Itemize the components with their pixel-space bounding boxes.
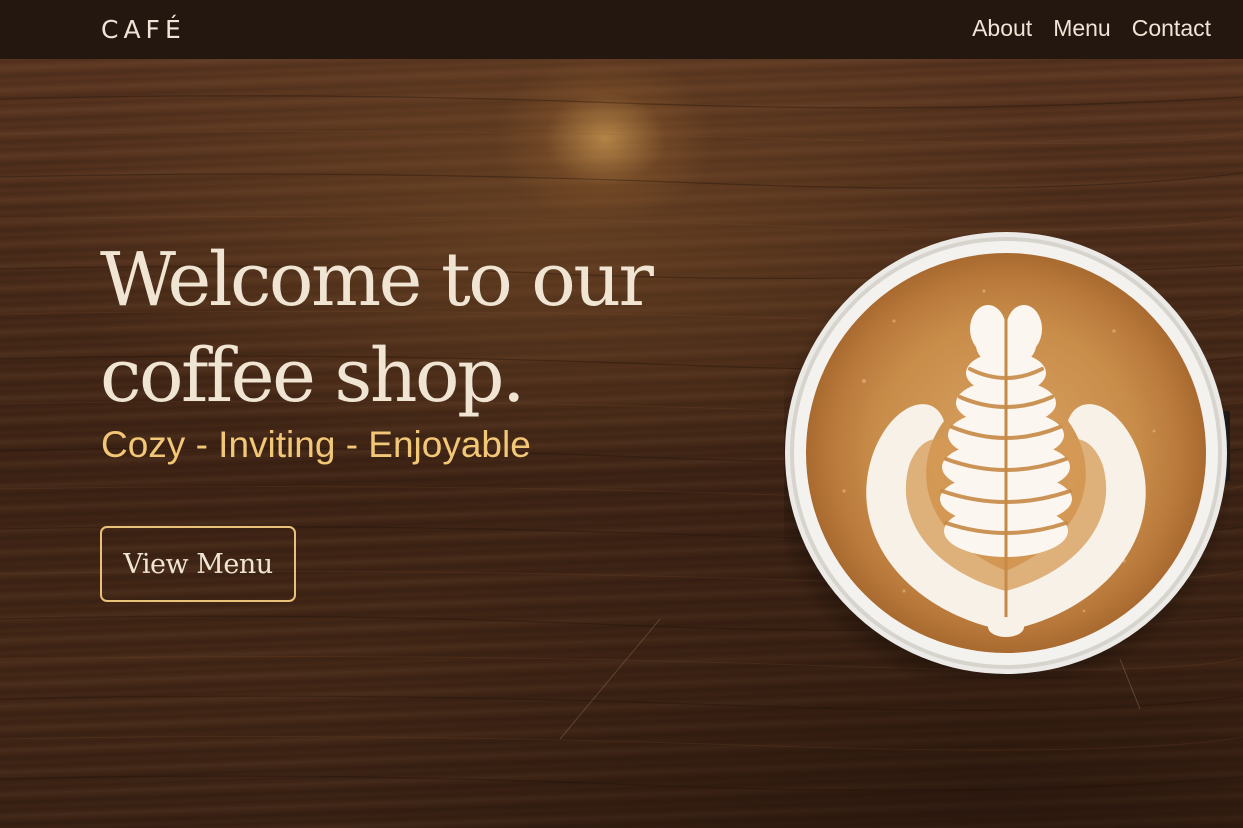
latte-cup-image <box>784 232 1230 679</box>
nav-link-contact[interactable]: Contact <box>1132 15 1211 42</box>
hero-subtitle: Cozy - Inviting - Enjoyable <box>101 424 531 465</box>
nav-link-about[interactable]: About <box>972 15 1032 42</box>
hero-title: Welcome to our coffee shop. <box>100 232 740 424</box>
navbar: CAFÉ About Menu Contact <box>0 0 1243 59</box>
site-logo[interactable]: CAFÉ <box>101 15 186 44</box>
view-menu-button[interactable]: View Menu <box>100 526 296 602</box>
hero-section: Welcome to our coffee shop. Cozy - Invit… <box>0 59 1243 828</box>
nav-link-menu[interactable]: Menu <box>1053 15 1111 42</box>
page: CAFÉ About Menu Contact Welcome to our c… <box>0 0 1243 828</box>
hero-title-line-2: coffee shop. <box>100 333 525 419</box>
nav-links: About Menu Contact <box>972 15 1211 42</box>
hero-title-line-1: Welcome to our <box>100 237 654 323</box>
